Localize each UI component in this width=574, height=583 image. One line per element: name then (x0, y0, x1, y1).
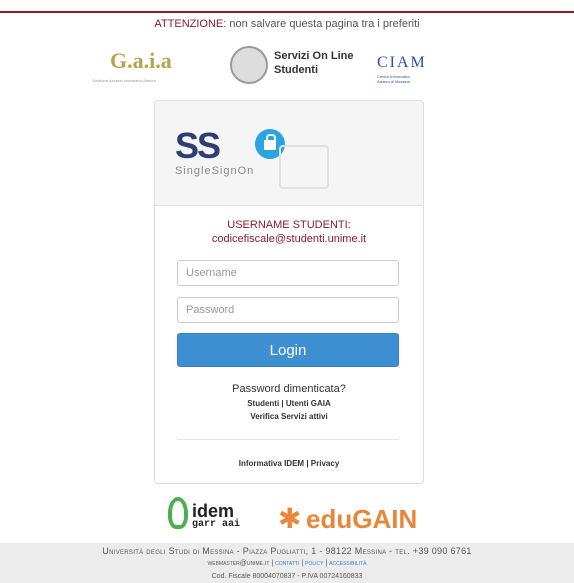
forgot-password-text: Password dimenticata? (232, 383, 346, 395)
privacy-link[interactable]: Privacy (311, 459, 339, 468)
edugain-logo[interactable]: ✱ eduGAIN (278, 502, 418, 538)
warning-prefix: ATTENZIONE (154, 18, 224, 30)
password-input[interactable] (177, 297, 399, 323)
gaia-logo[interactable]: G.a.i.a Gestione Accessi Informatici Ate… (88, 48, 208, 88)
login-button[interactable]: Login (177, 333, 399, 367)
separator: | (281, 399, 284, 408)
verifica-servizi-link[interactable]: Verifica Servizi attivi (250, 412, 327, 421)
idem-logo[interactable]: idem garr aai (168, 495, 258, 537)
accessibilita-link[interactable]: accessibilità (329, 560, 366, 567)
ciam-name: CIAM (377, 54, 427, 71)
servizi-online-logo[interactable]: Servizi On Line Studenti (230, 46, 360, 90)
separator: | (271, 560, 274, 567)
legal-links: Informativa IDEM | Privacy (155, 459, 423, 468)
separator: | (306, 459, 309, 468)
logos-row: G.a.i.a Gestione Accessi Informatici Ate… (0, 42, 574, 102)
divider (177, 439, 399, 440)
ciam-logo[interactable]: CIAM Centro Informatico Ateneo di Messina (375, 44, 455, 90)
ciam-sub: Centro Informatico Ateneo di Messina (377, 74, 410, 84)
idem-mark-icon (168, 497, 188, 529)
footer: Università degli Studi di Messina - Piaz… (0, 543, 574, 583)
warning-text: : non salvare questa pagina tra i prefer… (223, 18, 420, 30)
recovery-links: Studenti | Utenti GAIA (155, 399, 423, 408)
university-seal-icon (230, 46, 268, 84)
studenti-link[interactable]: Studenti (247, 399, 279, 408)
footer-fiscal: Cod. Fiscale 80004070837 - P.IVA 0072416… (211, 573, 363, 580)
webmaster-email[interactable]: webmaster@unime.it (208, 560, 270, 567)
username-info-heading: USERNAME STUDENTI: (227, 219, 351, 231)
gaia-tagline: Gestione Accessi Informatici Ateneo (92, 78, 156, 83)
servizi-line1: Servizi On Line (274, 50, 354, 62)
login-card: SS SingleSignOn USERNAME STUDENTI: codic… (154, 100, 424, 484)
separator: | (325, 560, 328, 567)
username-input[interactable] (177, 260, 399, 286)
username-info-format: codicefiscale@studenti.unime.it (211, 233, 367, 245)
footer-links: webmaster@unime.it | contatti | policy |… (0, 560, 574, 567)
sso-logo: SS SingleSignOn (175, 125, 329, 195)
edugain-star-icon: ✱ (278, 503, 302, 534)
policy-link[interactable]: policy (305, 560, 323, 567)
sso-subtitle: SingleSignOn (175, 165, 255, 177)
informativa-idem-link[interactable]: Informativa IDEM (239, 459, 304, 468)
idem-sub: garr aai (192, 519, 241, 530)
sso-title: SS (175, 125, 221, 166)
top-rule (0, 11, 574, 13)
footer-address: Università degli Studi di Messina - Piaz… (102, 546, 472, 556)
warning-banner: ATTENZIONE: non salvare questa pagina tr… (0, 18, 574, 30)
edugain-name: eduGAIN (306, 504, 418, 534)
verifica-row: Verifica Servizi attivi (155, 412, 423, 421)
utenti-gaia-link[interactable]: Utenti GAIA (286, 399, 331, 408)
signin-arrow-icon (279, 145, 329, 189)
contatti-link[interactable]: contatti (275, 560, 299, 567)
servizi-line2: Studenti (274, 64, 318, 76)
separator: | (301, 560, 304, 567)
card-header: SS SingleSignOn (155, 101, 423, 206)
gaia-name: G.a.i.a (110, 48, 172, 73)
